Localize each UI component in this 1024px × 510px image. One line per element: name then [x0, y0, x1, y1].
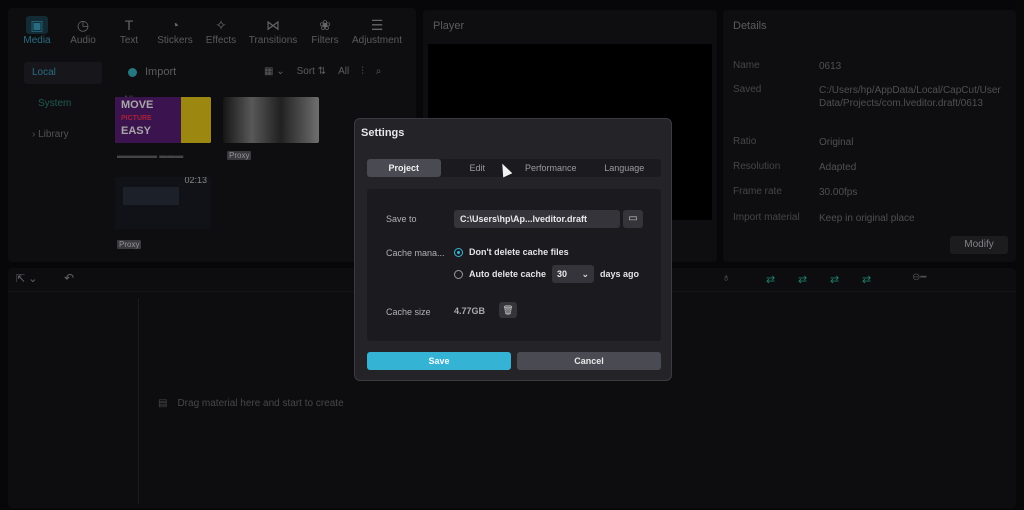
settings-body: Save to C:\Users\hp\Ap...lveditor.draft … [367, 189, 661, 341]
auto-delete-days-select[interactable]: 30 ⌄ [552, 265, 595, 283]
days-value: 30 [557, 269, 568, 279]
tab-language[interactable]: Language [588, 159, 662, 177]
radio-dont-delete-cache[interactable]: Don't delete cache files [454, 247, 569, 257]
days-ago-label: days ago [600, 269, 640, 279]
settings-dialog: Settings Project Edit Performance Langua… [354, 118, 672, 381]
radio-label: Auto delete cache [469, 269, 547, 279]
cache-management-label: Cache mana... [386, 248, 445, 258]
radio-label: Don't delete cache files [469, 247, 569, 257]
save-button[interactable]: Save [367, 352, 511, 370]
save-to-label: Save to [386, 214, 417, 224]
cache-size-label: Cache size [386, 307, 431, 317]
settings-tabs: Project Edit Performance Language [367, 159, 661, 177]
dialog-title: Settings [361, 127, 405, 139]
radio-unselected-icon [454, 269, 463, 279]
cancel-button[interactable]: Cancel [517, 352, 661, 370]
folder-icon[interactable]: ▭ [623, 210, 643, 228]
tab-performance[interactable]: Performance [514, 159, 588, 177]
save-path-field[interactable]: C:\Users\hp\Ap...lveditor.draft [454, 210, 620, 228]
chevron-down-icon: ⌄ [581, 269, 590, 279]
cache-size-value: 4.77GB [454, 306, 486, 316]
tab-project[interactable]: Project [367, 159, 441, 177]
trash-icon[interactable]: 🗑 [499, 302, 517, 318]
radio-selected-icon [454, 247, 463, 257]
radio-auto-delete-cache[interactable]: Auto delete cache 30 ⌄ days ago [454, 265, 639, 283]
capcut-app: ▣ Media ◷ Audio T Text ◔ Stickers ✧ Effects ⋈… [0, 0, 1024, 510]
